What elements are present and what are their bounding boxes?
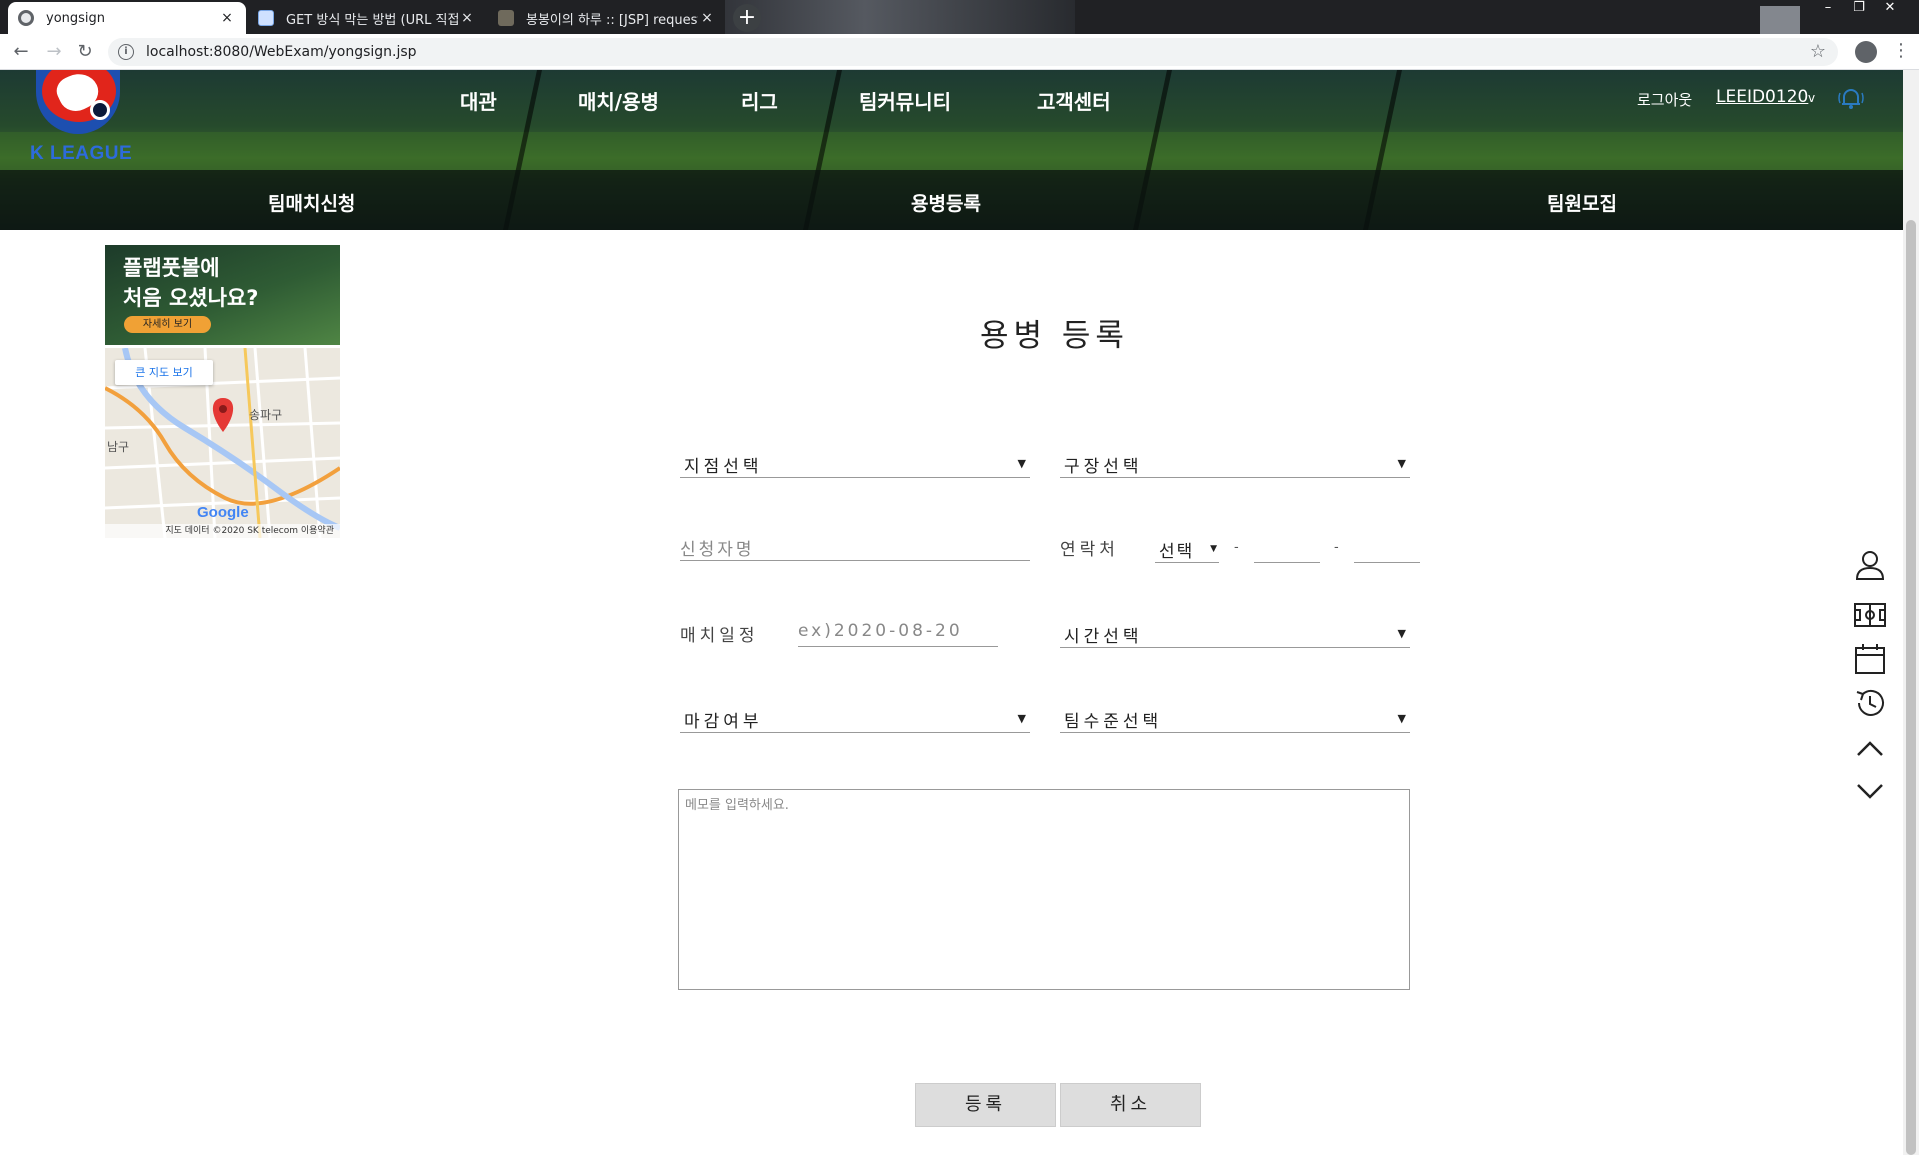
forward-arrow-icon[interactable]: → [43,41,65,63]
reload-icon[interactable]: ↻ [74,41,96,63]
ad-headline-line-2: 처음 오셨나요? [123,286,259,310]
blog-favicon-icon [498,10,514,26]
tab-title: 봉봉이의 하루 :: [JSP] request.ge [526,12,698,28]
scrollbar-thumb[interactable] [1906,220,1916,1155]
chevron-down-icon: ▼ [1210,544,1217,554]
user-menu-caret[interactable]: v [1808,91,1815,105]
logout-link[interactable]: 로그아웃 [1637,89,1692,110]
match-date-label: 매치일정 [680,626,759,646]
user-icon[interactable] [1853,548,1887,582]
tab-get-method[interactable]: GET 방식 막는 방법 (URL 직접접 × [248,2,486,34]
close-tab-icon[interactable]: × [698,10,716,26]
nav-league[interactable]: 리그 [741,86,778,115]
chevron-down-icon: ▼ [1397,712,1406,725]
team-level-select[interactable]: 팀수준선택 ▼ [1060,707,1410,733]
tab-title: GET 방식 막는 방법 (URL 직접접 [286,12,458,28]
field-icon[interactable] [1853,598,1887,632]
map-label-songpa: 송파구 [249,408,283,422]
close-tab-icon[interactable]: × [458,10,476,26]
applicant-name-input[interactable]: 신청자명 [680,535,1030,561]
chevron-down-icon: ▼ [1397,627,1406,640]
user-id-link[interactable]: LEEID0120 [1716,87,1808,107]
chevron-down-icon: ▼ [1017,712,1026,725]
close-window-button[interactable]: ✕ [1876,0,1904,18]
big-map-button[interactable]: 큰 지도 보기 [115,360,213,385]
branch-select-label: 지점선택 [684,457,763,477]
field-band [0,132,1903,170]
bookmark-star-icon[interactable]: ☆ [1810,41,1826,62]
phone-middle-input[interactable] [1254,537,1320,563]
field-select[interactable]: 구장선택 ▼ [1060,452,1410,478]
tab-bongbong-blog[interactable]: 봉봉이의 하루 :: [JSP] request.ge × [488,2,726,34]
nav-match-mercenary[interactable]: 매치/용병 [578,86,659,115]
field-select-label: 구장선택 [1064,457,1143,477]
history-icon[interactable] [1853,686,1887,720]
page-title: 용병 등록 [980,318,1129,354]
chevron-down-icon[interactable] [1853,774,1887,808]
team-level-select-label: 팀수준선택 [1064,712,1163,732]
globe-icon [18,10,34,26]
close-tab-icon[interactable]: × [218,10,236,26]
plab-football-ad[interactable]: 플랩풋볼에 처음 오셨나요? 자세히 보기 [105,245,340,345]
logo-text[interactable]: K LEAGUE [30,143,132,165]
back-arrow-icon[interactable]: ← [10,41,32,63]
subnav-team-recruit[interactable]: 팀원모집 [1547,189,1617,216]
document-favicon-icon [258,10,274,26]
chevron-up-icon[interactable] [1853,732,1887,766]
phone-last-input[interactable] [1354,537,1420,563]
phone-prefix-label: 선택 [1159,542,1195,562]
info-icon[interactable]: i [118,44,134,60]
tab-yongsign[interactable]: yongsign × [8,2,246,34]
deadline-select[interactable]: 마감여부 ▼ [680,707,1030,733]
new-tab-button[interactable]: + [733,4,761,32]
map-credits[interactable]: 지도 데이터 ©2020 SK telecom 이용약관 [105,524,340,538]
address-bar: ← → ↻ i localhost:8080/WebExam/yongsign.… [0,34,1919,70]
subnav-mercenary-register[interactable]: 용병등록 [911,189,981,216]
ad-more-button[interactable]: 자세히 보기 [124,316,211,333]
time-select-label: 시간선택 [1064,627,1143,647]
submit-button[interactable]: 등록 [915,1083,1056,1127]
nav-rental[interactable]: 대관 [460,86,497,115]
phone-dash-1: - [1234,540,1239,555]
branch-select[interactable]: 지점선택 ▼ [680,452,1030,478]
subnav-team-match-apply[interactable]: 팀매치신청 [268,189,355,216]
notification-bell-icon[interactable] [1836,84,1866,114]
map-label-gangnam: 남구 [107,440,130,454]
minimize-button[interactable]: – [1814,0,1842,18]
page-scrollbar[interactable] [1903,70,1919,1155]
chevron-down-icon: ▼ [1397,457,1406,470]
contact-label: 연락처 [1060,540,1119,560]
cancel-button[interactable]: 취소 [1060,1083,1201,1127]
phone-dash-2: - [1334,540,1339,555]
browser-menu-icon[interactable]: ⋮ [1892,40,1910,61]
url-field[interactable]: i localhost:8080/WebExam/yongsign.jsp ☆ [108,38,1838,66]
restore-button[interactable]: ❐ [1845,0,1873,18]
tab-title: yongsign [46,10,106,26]
deadline-select-label: 마감여부 [684,712,763,732]
memo-placeholder: 메모를 입력하세요. [685,798,789,813]
nav-customer-center[interactable]: 고객센터 [1037,86,1111,115]
applicant-name-placeholder: 신청자명 [680,540,755,560]
url-text: localhost:8080/WebExam/yongsign.jsp [146,44,417,60]
location-map[interactable]: 큰 지도 보기 송파구 남구 Google 지도 데이터 ©2020 SK te… [105,348,340,538]
google-logo: Google [197,504,249,521]
chevron-down-icon: ▼ [1017,457,1026,470]
match-date-input[interactable]: ex)2020-08-20 [798,621,998,647]
browser-tab-strip: yongsign × GET 방식 막는 방법 (URL 직접접 × 봉봉이의 … [0,0,1919,34]
phone-prefix-select[interactable]: 선택 ▼ [1155,537,1219,563]
nav-team-community[interactable]: 팀커뮤니티 [859,86,951,115]
tab-strip-background-2 [1760,6,1800,34]
ad-headline-line-1: 플랩풋볼에 [123,256,220,280]
match-date-placeholder: ex)2020-08-20 [798,621,963,641]
ad-headline: 플랩풋볼에 처음 오셨나요? [123,253,258,313]
tab-strip-background [725,0,1075,34]
profile-avatar-icon[interactable] [1855,41,1877,63]
time-select[interactable]: 시간선택 ▼ [1060,622,1410,648]
calendar-icon[interactable] [1853,642,1887,676]
memo-textarea[interactable]: 메모를 입력하세요. [678,789,1410,990]
